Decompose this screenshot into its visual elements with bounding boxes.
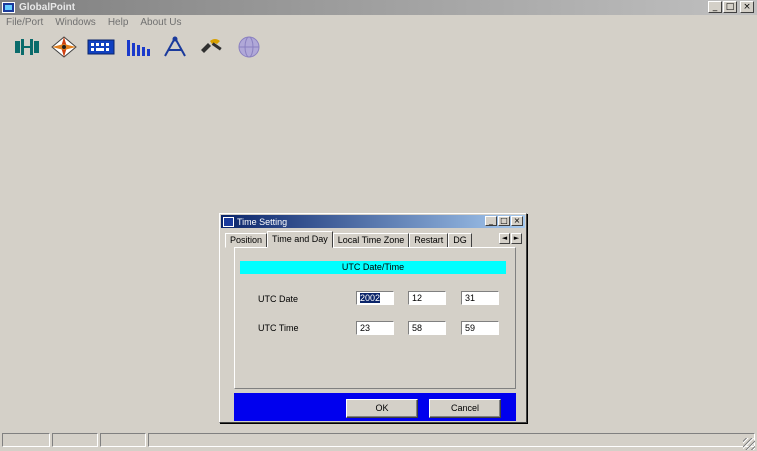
navigation-icon[interactable] [49,34,79,60]
app-icon [2,2,15,13]
tab-local-time-zone[interactable]: Local Time Zone [332,233,410,248]
tab-scroll-left-icon[interactable]: ◄ [499,233,510,244]
menu-about-us[interactable]: About Us [134,16,187,30]
dialog-titlebar[interactable]: Time Setting _ □ × [221,215,525,228]
menu-bar: File/Port Windows Help About Us [0,16,188,30]
resize-grip-icon[interactable] [743,438,755,450]
utc-date-year-field[interactable]: 2002 [356,291,394,305]
main-titlebar[interactable]: GlobalPoint _ □ × [0,0,757,15]
utc-date-month-field[interactable]: 12 [408,291,446,305]
utc-time-minute-field[interactable]: 58 [408,321,446,335]
status-pane [2,433,50,447]
tab-restart[interactable]: Restart [409,233,449,248]
menu-file-port[interactable]: File/Port [0,16,49,30]
dialog-maximize-button[interactable]: □ [498,216,510,226]
tab-strip: Position Time and Day Local Time Zone Re… [225,231,472,248]
tools-icon[interactable] [197,34,227,60]
close-button[interactable]: × [740,1,754,13]
caption-buttons: _ □ × [708,1,754,13]
utc-date-year-value: 2002 [360,293,381,303]
tab-dg[interactable]: DG [448,233,472,248]
cancel-button[interactable]: Cancel [429,399,501,418]
tab-scroll-buttons: ◄ ► [499,233,522,244]
signal-bars-icon[interactable] [123,34,153,60]
utc-date-label: UTC Date [258,294,299,304]
dialog-caption-buttons: _ □ × [485,216,523,226]
utc-time-second-field[interactable]: 59 [461,321,499,335]
tab-position[interactable]: Position [225,233,268,248]
dialog-title: Time Setting [237,216,288,227]
minimize-button[interactable]: _ [708,1,722,13]
menu-windows[interactable]: Windows [49,16,102,30]
utc-date-day-field[interactable]: 31 [461,291,499,305]
utc-time-label: UTC Time [258,323,299,333]
dialog-app-icon [223,216,234,227]
status-pane [52,433,98,447]
menu-help[interactable]: Help [102,16,135,30]
maximize-button[interactable]: □ [723,1,737,13]
ok-button[interactable]: OK [346,399,418,418]
status-pane [100,433,146,447]
section-title: UTC Date/Time [240,261,506,274]
satellite-icon[interactable] [160,34,190,60]
keyboard-icon[interactable] [86,34,116,60]
tab-scroll-right-icon[interactable]: ► [511,233,522,244]
globe-icon[interactable] [234,34,264,60]
window-title: GlobalPoint [19,2,76,13]
time-setting-dialog: Time Setting _ □ × Position Time and Day… [219,213,527,423]
tab-time-and-day[interactable]: Time and Day [267,231,333,248]
dialog-close-button[interactable]: × [511,216,523,226]
dialog-minimize-button[interactable]: _ [485,216,497,226]
toolbar [12,34,264,60]
status-bar [2,433,755,449]
status-pane [148,433,755,447]
utc-time-hour-field[interactable]: 23 [356,321,394,335]
connect-icon[interactable] [12,34,42,60]
